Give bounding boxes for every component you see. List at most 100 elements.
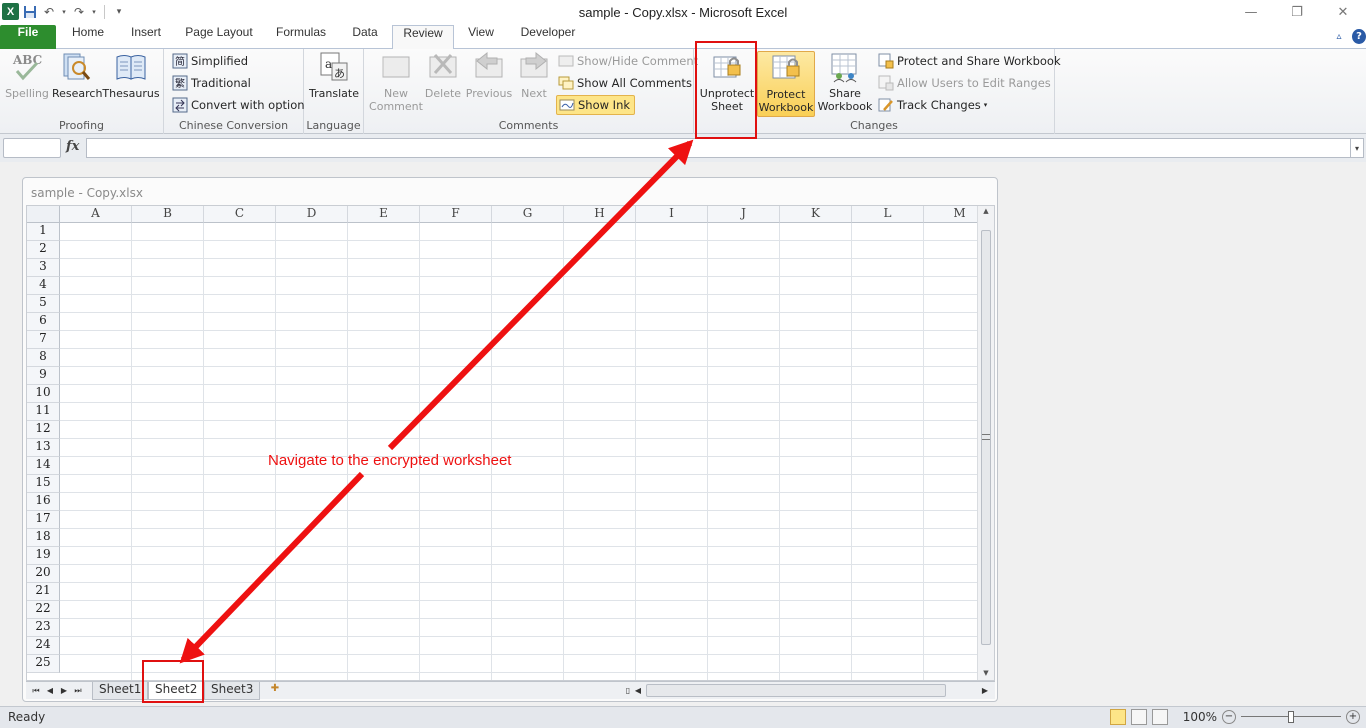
row-header[interactable]: 16: [27, 493, 60, 511]
delete-comment-button[interactable]: Delete: [424, 51, 462, 100]
last-sheet-icon[interactable]: ⏭: [72, 684, 84, 698]
horizontal-scrollbar[interactable]: ▯ ◀ ▶: [622, 684, 991, 698]
page-break-view-icon[interactable]: [1151, 709, 1168, 725]
name-box[interactable]: [3, 138, 61, 158]
sheet-tab-sheet3[interactable]: Sheet3: [204, 682, 261, 700]
row-header[interactable]: 10: [27, 385, 60, 403]
column-header[interactable]: F: [420, 206, 492, 223]
translate-button[interactable]: aあ Translate: [308, 51, 360, 100]
insert-function-icon[interactable]: fx: [66, 139, 79, 154]
track-changes-label: Track Changes: [897, 98, 981, 112]
next-comment-button[interactable]: Next: [516, 51, 552, 100]
traditional-button[interactable]: 繁 Traditional: [172, 73, 251, 93]
row-header[interactable]: 6: [27, 313, 60, 331]
page-layout-view-icon[interactable]: [1130, 709, 1147, 725]
zoom-slider[interactable]: [1241, 709, 1341, 725]
row-header[interactable]: 19: [27, 547, 60, 565]
show-all-comments-button[interactable]: Show All Comments: [558, 73, 692, 93]
row-header[interactable]: 2: [27, 241, 60, 259]
row-header[interactable]: 17: [27, 511, 60, 529]
sheet-tab-sheet1[interactable]: Sheet1: [92, 682, 149, 700]
allow-users-edit-ranges-button[interactable]: Allow Users to Edit Ranges: [878, 73, 1051, 93]
row-header[interactable]: 5: [27, 295, 60, 313]
scroll-up-icon[interactable]: ▲: [981, 207, 991, 219]
minimize-button[interactable]: —: [1228, 0, 1274, 25]
insert-sheet-icon[interactable]: ✚: [266, 683, 284, 698]
thesaurus-button[interactable]: Thesaurus: [102, 51, 160, 100]
formula-input[interactable]: [86, 138, 1352, 158]
tab-data[interactable]: Data: [344, 25, 386, 49]
expand-formula-bar-icon[interactable]: ▾: [1350, 138, 1364, 158]
row-header[interactable]: 1: [27, 223, 60, 241]
spelling-button[interactable]: ABC Spelling: [3, 51, 51, 100]
row-header[interactable]: 21: [27, 583, 60, 601]
column-header[interactable]: H: [564, 206, 636, 223]
restore-button[interactable]: ❐: [1274, 0, 1320, 25]
first-sheet-icon[interactable]: ⏮: [30, 684, 42, 698]
column-header[interactable]: L: [852, 206, 924, 223]
column-header[interactable]: B: [132, 206, 204, 223]
column-header[interactable]: E: [348, 206, 420, 223]
scroll-right-icon[interactable]: ▶: [979, 684, 991, 698]
vertical-scrollbar[interactable]: ▲ ▼: [977, 206, 994, 680]
column-header[interactable]: K: [780, 206, 852, 223]
tab-view[interactable]: View: [460, 25, 502, 49]
minimize-ribbon-icon[interactable]: ▵: [1332, 29, 1346, 44]
row-header[interactable]: 18: [27, 529, 60, 547]
column-header[interactable]: D: [276, 206, 348, 223]
tab-home[interactable]: Home: [64, 25, 112, 49]
close-button[interactable]: ✕: [1320, 0, 1366, 25]
research-button[interactable]: Research: [52, 51, 102, 100]
zoom-level[interactable]: 100%: [1183, 710, 1217, 724]
tab-insert[interactable]: Insert: [122, 25, 170, 49]
share-workbook-button[interactable]: Share Workbook: [816, 51, 874, 113]
show-hide-comment-button[interactable]: Show/Hide Comment: [558, 51, 698, 71]
column-header[interactable]: J: [708, 206, 780, 223]
next-sheet-icon[interactable]: ▶: [58, 684, 70, 698]
show-ink-button[interactable]: Show Ink: [556, 95, 636, 115]
previous-comment-button[interactable]: Previous: [464, 51, 514, 100]
column-header[interactable]: M: [924, 206, 977, 223]
track-changes-button[interactable]: Track Changes ▾: [878, 95, 987, 115]
normal-view-icon[interactable]: [1109, 709, 1126, 725]
tab-formulas[interactable]: Formulas: [270, 25, 332, 49]
prev-sheet-icon[interactable]: ◀: [44, 684, 56, 698]
simplified-button[interactable]: 简 Simplified: [172, 51, 248, 71]
help-icon[interactable]: ?: [1352, 29, 1366, 44]
new-comment-button[interactable]: New Comment: [368, 51, 424, 113]
row-header[interactable]: 7: [27, 331, 60, 349]
zoom-in-icon[interactable]: +: [1346, 710, 1360, 724]
row-header[interactable]: 24: [27, 637, 60, 655]
column-header[interactable]: C: [204, 206, 276, 223]
tab-developer[interactable]: Developer: [512, 25, 584, 49]
scroll-down-icon[interactable]: ▼: [981, 669, 991, 680]
row-header[interactable]: 25: [27, 655, 60, 673]
row-header[interactable]: 4: [27, 277, 60, 295]
zoom-knob[interactable]: [1288, 711, 1294, 723]
tab-page-layout[interactable]: Page Layout: [180, 25, 258, 49]
protect-and-share-workbook-button[interactable]: Protect and Share Workbook: [878, 51, 1061, 71]
convert-with-option-button[interactable]: Convert with option: [172, 95, 305, 115]
tab-file[interactable]: File: [0, 25, 56, 49]
column-header[interactable]: A: [60, 206, 132, 223]
row-header[interactable]: 20: [27, 565, 60, 583]
scroll-left-icon[interactable]: ◀: [632, 684, 644, 698]
horizontal-scroll-thumb[interactable]: [646, 684, 946, 697]
column-header[interactable]: I: [636, 206, 708, 223]
worksheet-cells[interactable]: [60, 223, 977, 680]
row-header[interactable]: 11: [27, 403, 60, 421]
tab-review[interactable]: Review: [392, 25, 454, 50]
row-header[interactable]: 3: [27, 259, 60, 277]
select-all-corner[interactable]: [27, 206, 60, 223]
protect-workbook-button[interactable]: Protect Workbook: [757, 51, 815, 117]
row-header[interactable]: 9: [27, 367, 60, 385]
row-header[interactable]: 15: [27, 475, 60, 493]
column-header[interactable]: G: [492, 206, 564, 223]
row-header[interactable]: 12: [27, 421, 60, 439]
row-header[interactable]: 8: [27, 349, 60, 367]
row-header[interactable]: 23: [27, 619, 60, 637]
zoom-out-icon[interactable]: −: [1222, 710, 1236, 724]
row-header[interactable]: 22: [27, 601, 60, 619]
row-header[interactable]: 13: [27, 439, 60, 457]
row-header[interactable]: 14: [27, 457, 60, 475]
